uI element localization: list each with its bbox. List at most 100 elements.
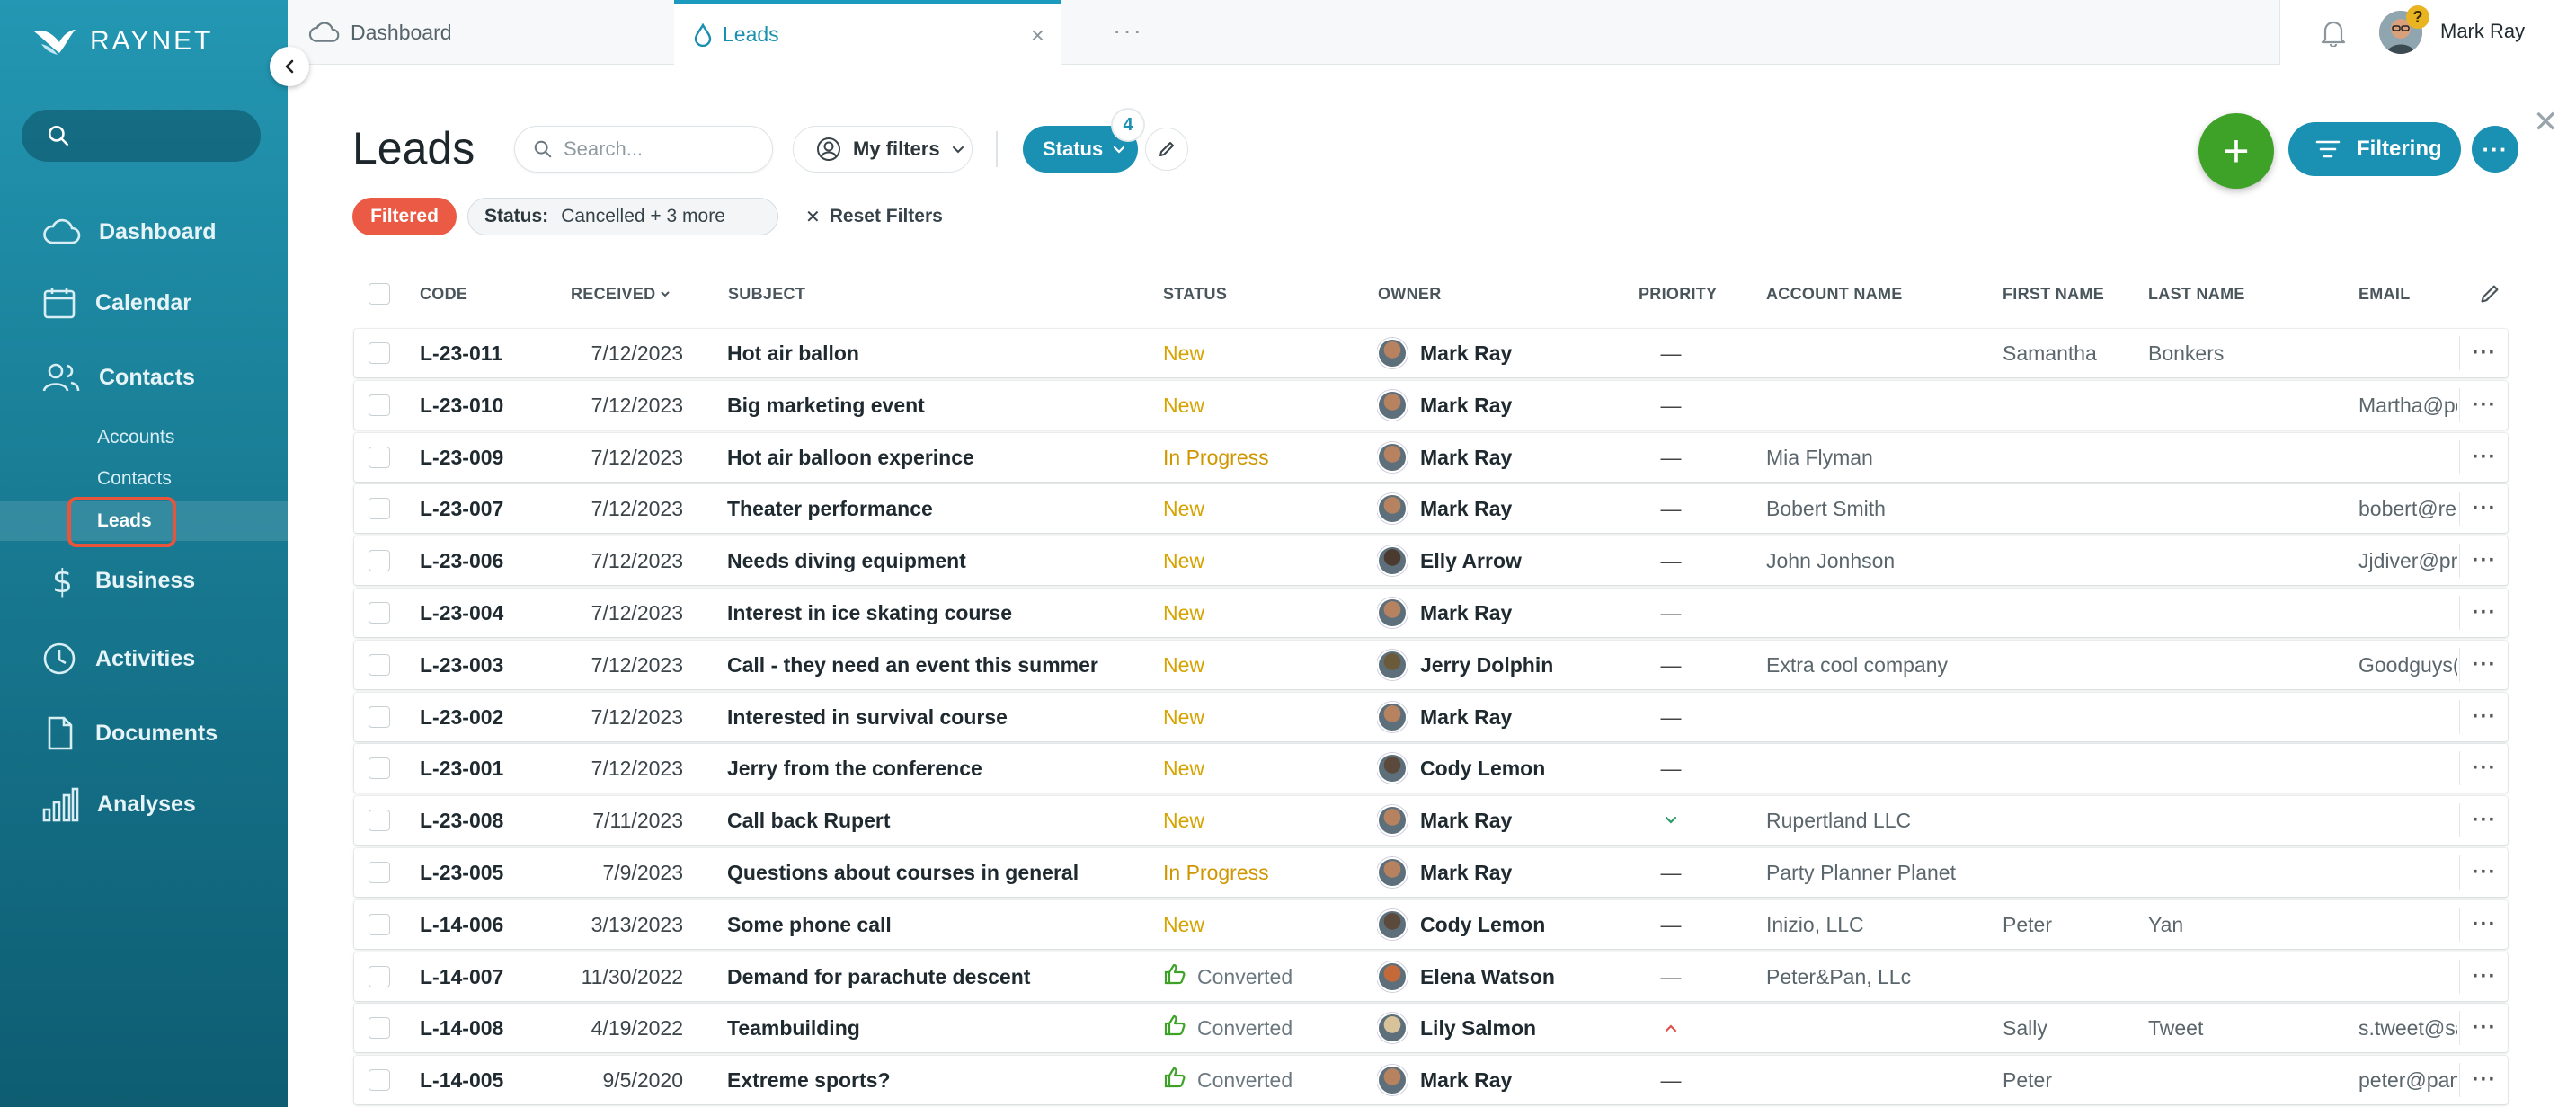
close-view-icon[interactable]: ✕ xyxy=(2533,104,2559,140)
lead-owner[interactable]: Mark Ray xyxy=(1377,433,1629,482)
raynet-logo[interactable]: RAYNET xyxy=(32,22,213,61)
lead-code[interactable]: L-23-003 xyxy=(420,641,555,689)
table-row[interactable]: L-23-010 7/12/2023 Big marketing event N… xyxy=(354,381,2508,430)
row-checkbox[interactable] xyxy=(369,589,395,637)
sidebar-search[interactable] xyxy=(22,110,261,162)
table-row[interactable]: L-23-011 7/12/2023 Hot air ballon New Ma… xyxy=(354,329,2508,377)
col-received[interactable]: RECEIVED xyxy=(571,270,671,318)
lead-subject[interactable]: Questions about courses in general xyxy=(727,848,1150,897)
collapse-sidebar-button[interactable] xyxy=(270,47,309,86)
lead-subject[interactable]: Big marketing event xyxy=(727,381,1150,430)
nav-calendar[interactable]: Calendar xyxy=(0,278,288,328)
lead-subject[interactable]: Theater performance xyxy=(727,484,1150,533)
row-more-icon[interactable]: ··· xyxy=(2461,952,2508,1001)
lead-email[interactable]: Goodguys( xyxy=(2358,641,2457,689)
col-code[interactable]: CODE xyxy=(420,270,467,318)
row-more-icon[interactable]: ··· xyxy=(2461,744,2508,793)
table-row[interactable]: L-23-008 7/11/2023 Call back Rupert New … xyxy=(354,796,2508,845)
row-checkbox[interactable] xyxy=(369,848,395,897)
lead-account[interactable]: Peter&Pan, LLc xyxy=(1766,952,1991,1001)
my-filters-dropdown[interactable]: My filters xyxy=(793,126,973,173)
row-checkbox[interactable] xyxy=(369,693,395,741)
table-row[interactable]: L-14-006 3/13/2023 Some phone call New C… xyxy=(354,900,2508,949)
sub-item-accounts[interactable]: Accounts xyxy=(0,418,288,457)
more-tabs-icon[interactable]: ··· xyxy=(1113,16,1143,45)
row-more-icon[interactable]: ··· xyxy=(2461,1004,2508,1052)
col-first-name[interactable]: FIRST NAME xyxy=(2003,270,2104,318)
lead-email[interactable] xyxy=(2358,744,2457,793)
tab-leads[interactable]: Leads × xyxy=(674,0,1061,66)
lead-owner[interactable]: Cody Lemon xyxy=(1377,900,1629,949)
lead-code[interactable]: L-23-009 xyxy=(420,433,555,482)
lead-subject[interactable]: Extreme sports? xyxy=(727,1056,1150,1104)
row-checkbox[interactable] xyxy=(369,900,395,949)
table-row[interactable]: L-23-003 7/12/2023 Call - they need an e… xyxy=(354,641,2508,689)
nav-analyses[interactable]: Analyses xyxy=(0,779,288,829)
lead-code[interactable]: L-23-002 xyxy=(420,693,555,741)
lead-code[interactable]: L-23-006 xyxy=(420,536,555,585)
row-checkbox[interactable] xyxy=(369,796,395,845)
tab-dashboard[interactable]: Dashboard xyxy=(288,0,674,65)
filtering-button[interactable]: Filtering xyxy=(2288,122,2461,176)
col-priority[interactable]: PRIORITY xyxy=(1639,270,1717,318)
lead-email[interactable] xyxy=(2358,900,2457,949)
lead-owner[interactable]: Mark Ray xyxy=(1377,693,1629,741)
row-checkbox[interactable] xyxy=(369,381,395,430)
table-row[interactable]: L-23-001 7/12/2023 Jerry from the confer… xyxy=(354,744,2508,793)
row-checkbox[interactable] xyxy=(369,744,395,793)
row-more-icon[interactable]: ··· xyxy=(2461,848,2508,897)
search-input[interactable] xyxy=(564,137,761,161)
lead-email[interactable] xyxy=(2358,796,2457,845)
nav-dashboard[interactable]: Dashboard xyxy=(0,207,288,257)
bell-icon[interactable] xyxy=(2320,18,2347,47)
row-checkbox[interactable] xyxy=(369,952,395,1001)
sidebar-search-input[interactable] xyxy=(83,124,244,147)
add-lead-button[interactable]: + xyxy=(2198,113,2274,189)
row-checkbox[interactable] xyxy=(369,484,395,533)
row-more-icon[interactable]: ··· xyxy=(2461,1056,2508,1104)
edit-filters-button[interactable] xyxy=(1145,128,1188,171)
row-more-icon[interactable]: ··· xyxy=(2461,536,2508,585)
lead-email[interactable]: bobert@re xyxy=(2358,484,2457,533)
row-more-icon[interactable]: ··· xyxy=(2461,381,2508,430)
lead-code[interactable]: L-14-005 xyxy=(420,1056,555,1104)
lead-account[interactable]: Party Planner Planet xyxy=(1766,848,1991,897)
lead-email[interactable] xyxy=(2358,329,2457,377)
row-checkbox[interactable] xyxy=(369,641,395,689)
close-tab-icon[interactable]: × xyxy=(1031,22,1044,49)
lead-owner[interactable]: Mark Ray xyxy=(1377,1056,1629,1104)
filtered-chip[interactable]: Filtered xyxy=(352,198,457,235)
col-owner[interactable]: OWNER xyxy=(1378,270,1442,318)
lead-owner[interactable]: Elly Arrow xyxy=(1377,536,1629,585)
nav-business[interactable]: $ Business xyxy=(0,555,288,606)
lead-account[interactable] xyxy=(1766,1004,1991,1052)
row-more-icon[interactable]: ··· xyxy=(2461,900,2508,949)
lead-account[interactable]: Rupertland LLC xyxy=(1766,796,1991,845)
status-filter-chip[interactable]: Status: Cancelled + 3 more xyxy=(467,198,778,235)
lead-email[interactable] xyxy=(2358,693,2457,741)
row-more-icon[interactable]: ··· xyxy=(2461,589,2508,637)
col-account-name[interactable]: ACCOUNT NAME xyxy=(1766,270,1903,318)
lead-account[interactable] xyxy=(1766,329,1991,377)
row-more-icon[interactable]: ··· xyxy=(2461,433,2508,482)
row-checkbox[interactable] xyxy=(369,536,395,585)
lead-email[interactable] xyxy=(2358,848,2457,897)
row-more-icon[interactable]: ··· xyxy=(2461,796,2508,845)
lead-subject[interactable]: Call - they need an event this summer xyxy=(727,641,1150,689)
row-more-icon[interactable]: ··· xyxy=(2461,641,2508,689)
lead-code[interactable]: L-23-011 xyxy=(420,329,555,377)
lead-owner[interactable]: Cody Lemon xyxy=(1377,744,1629,793)
lead-subject[interactable]: Demand for parachute descent xyxy=(727,952,1150,1001)
lead-email[interactable]: Martha@pe xyxy=(2358,381,2457,430)
lead-code[interactable]: L-23-004 xyxy=(420,589,555,637)
lead-subject[interactable]: Hot air balloon experince xyxy=(727,433,1150,482)
table-row[interactable]: L-23-006 7/12/2023 Needs diving equipmen… xyxy=(354,536,2508,585)
lead-owner[interactable]: Mark Ray xyxy=(1377,848,1629,897)
lead-email[interactable] xyxy=(2358,952,2457,1001)
edit-columns-button[interactable] xyxy=(2479,270,2500,318)
lead-code[interactable]: L-23-007 xyxy=(420,484,555,533)
nav-activities[interactable]: Activities xyxy=(0,633,288,684)
user-name[interactable]: Mark Ray xyxy=(2440,20,2525,43)
lead-owner[interactable]: Mark Ray xyxy=(1377,484,1629,533)
more-options-button[interactable]: ··· xyxy=(2472,126,2518,173)
